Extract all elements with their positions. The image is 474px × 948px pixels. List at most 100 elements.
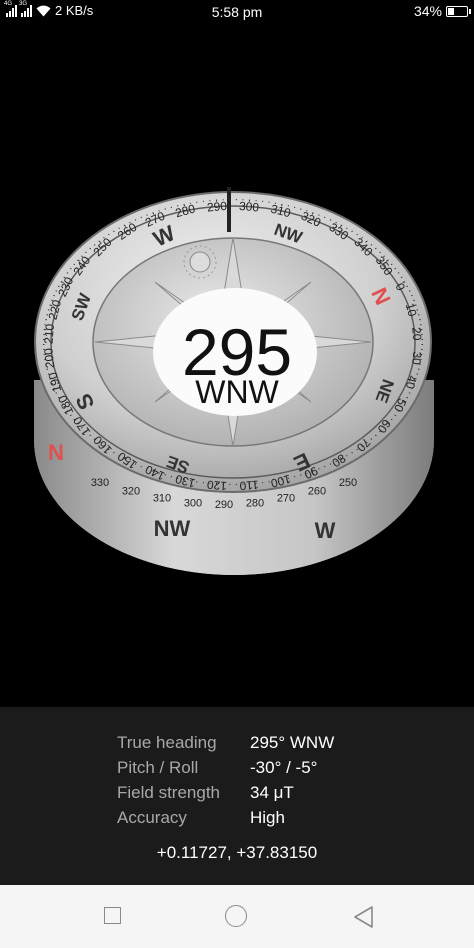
- coordinates: +0.11727, +37.83150: [156, 843, 318, 862]
- ring-tick-mark: [397, 410, 400, 412]
- ring-tick-mark: [370, 244, 373, 246]
- field-strength-row: Field strength 34 μT: [117, 783, 294, 803]
- heading-direction: WNW: [195, 374, 279, 410]
- ring-tick-mark: [361, 445, 363, 447]
- side-tick-label: 270: [277, 493, 295, 505]
- ring-tick-mark: [379, 251, 381, 254]
- ring-tick-mark: [118, 454, 120, 457]
- ring-tick-mark: [383, 426, 385, 429]
- ring-tick-mark: [89, 434, 92, 437]
- ring-tick-label: 120: [206, 477, 227, 493]
- ring-tick-mark: [73, 418, 76, 421]
- side-tick-label: 250: [339, 477, 357, 489]
- clock: 5:58 pm: [211, 4, 263, 20]
- side-letter-n: N: [48, 440, 64, 465]
- accuracy-value: High: [250, 808, 285, 827]
- true-heading-value: 295° WNW: [250, 733, 335, 752]
- back-button[interactable]: [350, 903, 378, 931]
- ring-tick-mark: [351, 230, 353, 233]
- ring-tick-mark: [390, 418, 393, 421]
- home-button[interactable]: [223, 903, 251, 931]
- ring-tick-mark: [370, 438, 373, 440]
- ring-tick-mark: [164, 208, 166, 210]
- ring-tick-mark: [406, 285, 409, 288]
- ring-tick-mark: [374, 247, 377, 250]
- recent-apps-button[interactable]: [100, 903, 128, 931]
- side-tick-label: 280: [246, 497, 264, 509]
- ring-tick-mark: [390, 263, 393, 266]
- compass-dial: 210220230240250260270 280 290 300 310 3203303…: [34, 187, 434, 575]
- battery-percent: 34%: [413, 3, 442, 19]
- ring-tick-mark: [287, 204, 290, 207]
- ring-tick-mark: [397, 272, 400, 274]
- ring-tick-mark: [293, 206, 296, 209]
- navigation-bar: [0, 885, 474, 948]
- ring-tick-mark: [394, 414, 397, 417]
- battery-icon: [446, 5, 471, 17]
- ring-tick-label: 200: [41, 347, 57, 368]
- ring-tick-mark: [93, 438, 96, 440]
- ring-tick-label: 210: [41, 323, 57, 344]
- ring-tick-mark: [129, 221, 131, 224]
- ring-tick-mark: [374, 434, 377, 437]
- ring-tick-mark: [346, 227, 348, 230]
- ring-tick-mark: [140, 216, 143, 219]
- ring-tick-mark: [400, 276, 403, 279]
- ring-tick-mark: [400, 405, 403, 408]
- ring-tick-mark: [318, 468, 320, 470]
- ring-tick-mark: [63, 276, 66, 279]
- ring-tick-mark: [356, 448, 359, 451]
- true-heading-label: True heading: [117, 733, 217, 752]
- ring-tick-mark: [57, 396, 60, 399]
- side-tick-label: 290: [215, 499, 233, 511]
- side-letter-w: W: [315, 518, 336, 543]
- field-strength-value: 34 μT: [250, 783, 294, 802]
- side-tick-label: 260: [308, 485, 326, 497]
- ring-tick-mark: [346, 454, 348, 457]
- ring-tick-mark: [170, 475, 173, 478]
- square-icon: [104, 907, 121, 924]
- ring-tick-mark: [170, 206, 173, 209]
- ring-tick-mark: [356, 233, 359, 236]
- ring-tick-mark: [293, 475, 296, 478]
- ring-tick-mark: [329, 463, 332, 465]
- ring-tick-mark: [107, 233, 110, 236]
- ring-tick-mark: [413, 378, 417, 380]
- ring-tick-mark: [300, 208, 302, 210]
- ring-tick-mark: [103, 237, 105, 239]
- ring-tick-mark: [323, 216, 326, 219]
- ring-tick-mark: [146, 468, 148, 470]
- side-letter-nw: NW: [154, 516, 191, 541]
- status-right: 34%: [413, 3, 471, 19]
- pitch-roll-value: -30° / -5°: [250, 758, 318, 777]
- ring-tick-label: 30: [409, 351, 424, 366]
- compass-view[interactable]: 210 220 230 240 250 260 270 280 290 300 310 320 330 3…: [0, 170, 474, 590]
- ring-tick-mark: [379, 430, 381, 433]
- side-tick-label: 300: [184, 497, 202, 509]
- ring-tick-mark: [66, 272, 69, 274]
- side-tick-label: 310: [153, 493, 171, 505]
- ring-tick-label: 110: [239, 477, 260, 493]
- status-bar: 4G 3G 2 KB/s 5:58 pm 34%: [0, 0, 474, 24]
- side-tick-label: 330: [91, 477, 109, 489]
- ring-tick-mark: [351, 451, 353, 454]
- pitch-roll-row: Pitch / Roll -30° / -5°: [117, 758, 317, 778]
- ring-tick-mark: [158, 210, 160, 212]
- ring-tick-mark: [318, 214, 320, 216]
- ring-tick-mark: [323, 465, 326, 468]
- field-strength-label: Field strength: [117, 783, 220, 802]
- ring-tick-mark: [329, 219, 332, 221]
- ring-tick-mark: [69, 414, 72, 417]
- ring-tick-mark: [49, 378, 53, 380]
- circle-icon: [225, 905, 247, 927]
- ring-tick-mark: [335, 460, 337, 463]
- ring-tick-mark: [134, 219, 137, 221]
- true-heading-row: True heading 295° WNW: [117, 733, 334, 753]
- ring-tick-mark: [140, 465, 143, 468]
- triangle-back-icon: [354, 906, 373, 928]
- ring-tick-mark: [49, 304, 53, 306]
- ring-tick-mark: [85, 251, 87, 254]
- ring-tick-mark: [394, 267, 397, 270]
- ring-tick-mark: [81, 255, 83, 258]
- pitch-roll-label: Pitch / Roll: [117, 758, 199, 777]
